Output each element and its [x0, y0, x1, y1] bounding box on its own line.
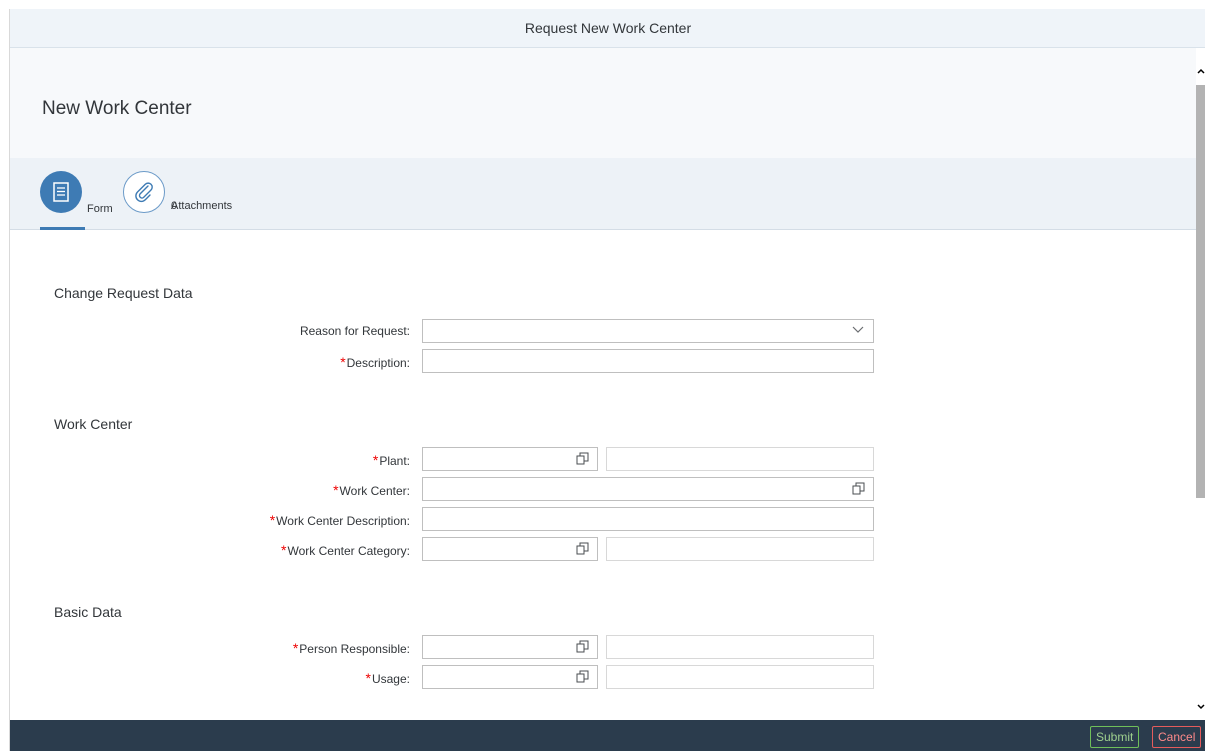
icon-tab-bar: Form 0 Attachments	[10, 158, 1196, 230]
scrollbar-thumb[interactable]	[1196, 85, 1205, 498]
paperclip-icon	[123, 171, 165, 213]
description-label: *Description:	[340, 354, 410, 370]
description-input[interactable]	[422, 349, 874, 373]
value-help-icon[interactable]	[576, 670, 589, 683]
vertical-scrollbar[interactable]	[1196, 48, 1205, 720]
usage-label: *Usage:	[365, 670, 410, 686]
usage-text	[606, 665, 874, 689]
value-help-icon[interactable]	[852, 482, 865, 495]
reason-row: Reason for Request:	[10, 319, 1196, 343]
plant-row: *Plant:	[10, 447, 1196, 471]
cancel-button[interactable]: Cancel	[1152, 726, 1202, 748]
chevron-down-icon	[852, 326, 864, 333]
work-center-category-row: *Work Center Category:	[10, 537, 1196, 561]
plant-input[interactable]	[422, 447, 598, 471]
value-help-icon[interactable]	[576, 542, 589, 555]
work-center-input[interactable]	[422, 477, 874, 501]
section-change-request-title: Change Request Data	[54, 285, 193, 301]
work-center-label: *Work Center:	[333, 482, 410, 498]
person-responsible-input[interactable]	[422, 635, 598, 659]
section-work-center-title: Work Center	[54, 416, 133, 432]
work-center-row: *Work Center:	[10, 477, 1196, 501]
work-center-description-row: *Work Center Description:	[10, 507, 1196, 531]
work-center-category-label: *Work Center Category:	[281, 542, 410, 558]
value-help-icon[interactable]	[576, 452, 589, 465]
work-center-description-label: *Work Center Description:	[269, 512, 410, 528]
page-title: New Work Center	[42, 98, 192, 119]
person-responsible-row: *Person Responsible:	[10, 635, 1196, 659]
submit-button[interactable]: Submit	[1090, 726, 1140, 748]
work-center-category-text	[606, 537, 874, 561]
plant-label: *Plant:	[372, 452, 410, 468]
usage-input[interactable]	[422, 665, 598, 689]
section-basic-data-title: Basic Data	[54, 604, 122, 620]
form-content: Change Request Data Reason for Request: …	[10, 231, 1196, 720]
scroll-up-icon[interactable]	[1196, 64, 1205, 78]
scroll-down-icon[interactable]	[1196, 700, 1205, 714]
work-center-category-input[interactable]	[422, 537, 598, 561]
description-row: *Description:	[10, 349, 1196, 373]
usage-row: *Usage:	[10, 665, 1196, 689]
value-help-icon[interactable]	[576, 640, 589, 653]
request-dialog: Request New Work Center New Work Center …	[9, 9, 1205, 751]
form-icon	[40, 171, 82, 213]
work-center-description-input[interactable]	[422, 507, 874, 531]
person-responsible-label: *Person Responsible:	[292, 640, 410, 656]
tab-form-label: Form	[87, 203, 113, 215]
object-header: New Work Center	[10, 48, 1196, 158]
tab-selected-indicator	[40, 227, 85, 230]
dialog-title: Request New Work Center	[10, 9, 1205, 48]
tab-attachments-label: Attachments	[171, 200, 233, 212]
plant-text	[606, 447, 874, 471]
person-responsible-text	[606, 635, 874, 659]
reason-label: Reason for Request:	[299, 324, 410, 338]
dialog-footer: Submit Cancel	[10, 720, 1205, 751]
reason-select[interactable]	[422, 319, 874, 343]
